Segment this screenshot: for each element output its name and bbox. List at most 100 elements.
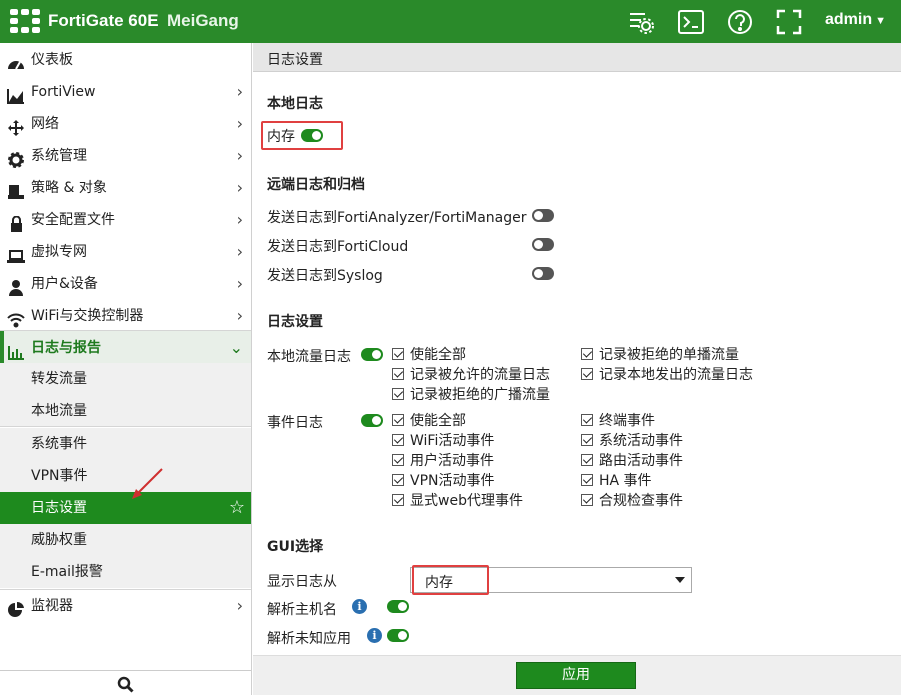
annotation-arrow	[132, 468, 163, 499]
chevron-right-icon: ›	[236, 114, 243, 133]
sidebar-subitem-label: E-mail报警	[31, 564, 103, 580]
username: admin	[825, 11, 873, 28]
sidebar-subitem-label: 系统事件	[31, 436, 87, 452]
sidebar-subitem-log-settings[interactable]: 日志设置 ☆	[0, 492, 251, 524]
chevron-down-icon: ⌄	[229, 338, 243, 357]
sidebar-subitem-forward-traffic[interactable]: 转发流量	[0, 363, 251, 395]
checkbox-compliance-events[interactable]: 合规检查事件	[581, 492, 683, 510]
user-icon	[7, 276, 25, 296]
sidebar: 仪表板 FortiView › 网络 › 系统管理 › 策略 & 对象 › 安全…	[0, 43, 252, 695]
checkbox-vpn-events[interactable]: VPN活动事件	[392, 472, 495, 490]
hostname: MeiGang	[167, 11, 239, 30]
resolve-hostname-toggle[interactable]	[387, 600, 409, 613]
sidebar-item-system[interactable]: 系统管理 ›	[0, 140, 251, 172]
local-traffic-log-toggle[interactable]	[361, 348, 383, 361]
fortinet-logo-icon	[10, 9, 40, 33]
chevron-right-icon: ›	[236, 178, 243, 197]
sidebar-item-label: 监视器	[31, 598, 73, 614]
sidebar-item-label: 日志与报告	[31, 340, 101, 356]
sidebar-item-policy[interactable]: 策略 & 对象 ›	[0, 172, 251, 204]
checkbox-endpoint-events[interactable]: 终端事件	[581, 412, 655, 430]
sidebar-search[interactable]	[0, 670, 251, 695]
sidebar-item-vpn[interactable]: 虚拟专网 ›	[0, 236, 251, 268]
syslog-label: 发送日志到Syslog	[267, 268, 383, 284]
laptop-icon	[7, 244, 25, 263]
checkbox-router-events[interactable]: 路由活动事件	[581, 452, 683, 470]
apply-button[interactable]: 应用	[516, 662, 636, 689]
user-menu[interactable]: admin ▼	[825, 11, 886, 29]
cli-console-icon[interactable]	[677, 8, 705, 36]
sidebar-item-label: 仪表板	[31, 52, 73, 68]
forticloud-toggle[interactable]	[532, 238, 554, 251]
sidebar-subitem-system-events[interactable]: 系统事件	[0, 428, 251, 460]
sidebar-subitem-label: 转发流量	[31, 371, 87, 387]
settings-list-icon[interactable]	[627, 8, 655, 36]
sidebar-subitem-threat-weight[interactable]: 威胁权重	[0, 524, 251, 556]
footer-bar: 应用	[253, 655, 901, 695]
sidebar-subitem-local-traffic[interactable]: 本地流量	[0, 395, 251, 427]
chevron-right-icon: ›	[236, 146, 243, 165]
main-panel: 日志设置 本地日志 内存 远端日志和归档 发送日志到FortiAnalyzer/…	[253, 43, 901, 695]
chevron-right-icon: ›	[236, 82, 243, 101]
sidebar-subitem-email-alerts[interactable]: E-mail报警	[0, 556, 251, 588]
sidebar-item-security-profiles[interactable]: 安全配置文件 ›	[0, 204, 251, 236]
fortianalyzer-toggle[interactable]	[532, 209, 554, 222]
checkbox-event-enable-all[interactable]: 使能全部	[392, 412, 466, 430]
sidebar-item-label: 网络	[31, 116, 59, 132]
sidebar-item-label: 安全配置文件	[31, 212, 115, 228]
fortianalyzer-label: 发送日志到FortiAnalyzer/FortiManager	[267, 210, 527, 226]
checkbox-log-denied-broadcast[interactable]: 记录被拒绝的广播流量	[392, 386, 550, 404]
section-log-settings-heading: 日志设置	[267, 314, 323, 330]
fullscreen-icon[interactable]	[775, 8, 803, 36]
section-remote-heading: 远端日志和归档	[267, 177, 365, 193]
chevron-right-icon: ›	[236, 306, 243, 325]
sidebar-subitem-label: 本地流量	[31, 403, 87, 419]
event-log-toggle[interactable]	[361, 414, 383, 427]
product-name: FortiGate 60E	[48, 11, 159, 30]
memory-label: 内存	[267, 129, 295, 145]
checkbox-log-allowed-traffic[interactable]: 记录被允许的流量日志	[392, 366, 550, 384]
checkbox-user-events[interactable]: 用户活动事件	[392, 452, 494, 470]
sidebar-item-label: 虚拟专网	[31, 244, 87, 260]
info-icon[interactable]: i	[367, 628, 382, 643]
help-icon[interactable]	[726, 8, 754, 36]
sidebar-item-dashboard[interactable]: 仪表板	[0, 44, 251, 76]
sidebar-subitem-vpn-events[interactable]: VPN事件	[0, 460, 251, 492]
checkbox-ha-events[interactable]: HA 事件	[581, 472, 652, 490]
sidebar-item-label: 策略 & 对象	[31, 180, 107, 196]
chevron-right-icon: ›	[236, 274, 243, 293]
chevron-down-icon: ▼	[875, 15, 887, 27]
sidebar-item-label: FortiView	[31, 84, 96, 100]
lock-icon	[7, 212, 25, 232]
top-bar: FortiGate 60E MeiGang admin ▼	[0, 0, 901, 43]
checkbox-web-proxy-events[interactable]: 显式web代理事件	[392, 492, 523, 510]
bar-chart-icon	[7, 340, 25, 360]
sidebar-item-fortiview[interactable]: FortiView ›	[0, 76, 251, 108]
sidebar-item-log-report[interactable]: 日志与报告 ⌄	[0, 330, 251, 364]
memory-toggle[interactable]	[301, 129, 323, 142]
info-icon[interactable]: i	[352, 599, 367, 614]
dashboard-icon	[7, 52, 25, 70]
sidebar-item-user-device[interactable]: 用户&设备 ›	[0, 268, 251, 300]
pie-chart-icon	[7, 598, 25, 617]
wifi-icon	[7, 308, 25, 328]
dropdown-arrow-icon	[675, 577, 685, 583]
star-favorite-icon[interactable]: ☆	[229, 492, 245, 524]
active-section-indicator	[0, 331, 4, 363]
checkbox-system-events[interactable]: 系统活动事件	[581, 432, 683, 450]
checkbox-log-denied-unicast[interactable]: 记录被拒绝的单播流量	[581, 346, 739, 364]
sidebar-item-wifi-switch[interactable]: WiFi与交换控制器 ›	[0, 300, 251, 332]
sidebar-item-network[interactable]: 网络 ›	[0, 108, 251, 140]
section-local-log-heading: 本地日志	[267, 96, 323, 112]
checkbox-enable-all-local[interactable]: 使能全部	[392, 346, 466, 364]
sidebar-subitem-label: 日志设置	[31, 500, 87, 516]
gear-icon	[7, 148, 25, 168]
checkbox-log-local-out[interactable]: 记录本地发出的流量日志	[581, 366, 753, 384]
sidebar-item-monitor[interactable]: 监视器 ›	[0, 589, 251, 621]
page-header: 日志设置	[253, 43, 901, 72]
forticloud-label: 发送日志到FortiCloud	[267, 239, 409, 255]
syslog-toggle[interactable]	[532, 267, 554, 280]
chevron-right-icon: ›	[236, 210, 243, 229]
checkbox-wifi-events[interactable]: WiFi活动事件	[392, 432, 494, 450]
resolve-unknown-app-toggle[interactable]	[387, 629, 409, 642]
